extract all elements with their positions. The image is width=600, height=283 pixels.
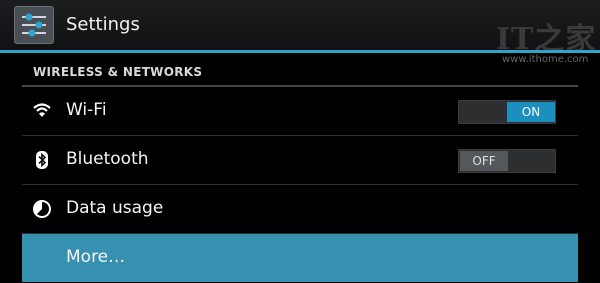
list-item-label: Bluetooth bbox=[66, 149, 149, 169]
bluetooth-toggle[interactable]: OFF bbox=[458, 149, 556, 173]
wifi-icon bbox=[33, 103, 51, 117]
list-item-bluetooth[interactable]: Bluetooth OFF bbox=[22, 136, 578, 184]
settings-icon[interactable] bbox=[14, 6, 54, 44]
list-item-more[interactable]: More… bbox=[22, 234, 578, 282]
toggle-state: OFF bbox=[460, 151, 508, 171]
settings-list: WIRELESS & NETWORKS Wi-Fi ON Bluetooth O… bbox=[22, 53, 578, 283]
list-item-data-usage[interactable]: Data usage bbox=[22, 185, 578, 233]
bluetooth-icon bbox=[36, 151, 48, 169]
data-usage-icon bbox=[33, 200, 51, 218]
section-header: WIRELESS & NETWORKS bbox=[33, 65, 203, 79]
page-title: Settings bbox=[66, 14, 140, 35]
list-item-wifi[interactable]: Wi-Fi ON bbox=[22, 87, 578, 135]
list-item-label: More… bbox=[66, 247, 126, 267]
toggle-state: ON bbox=[507, 102, 555, 122]
action-bar: Settings IT之家 bbox=[0, 0, 600, 57]
list-item-label: Wi-Fi bbox=[66, 100, 107, 120]
list-item-label: Data usage bbox=[66, 198, 164, 218]
wifi-toggle[interactable]: ON bbox=[458, 100, 556, 124]
